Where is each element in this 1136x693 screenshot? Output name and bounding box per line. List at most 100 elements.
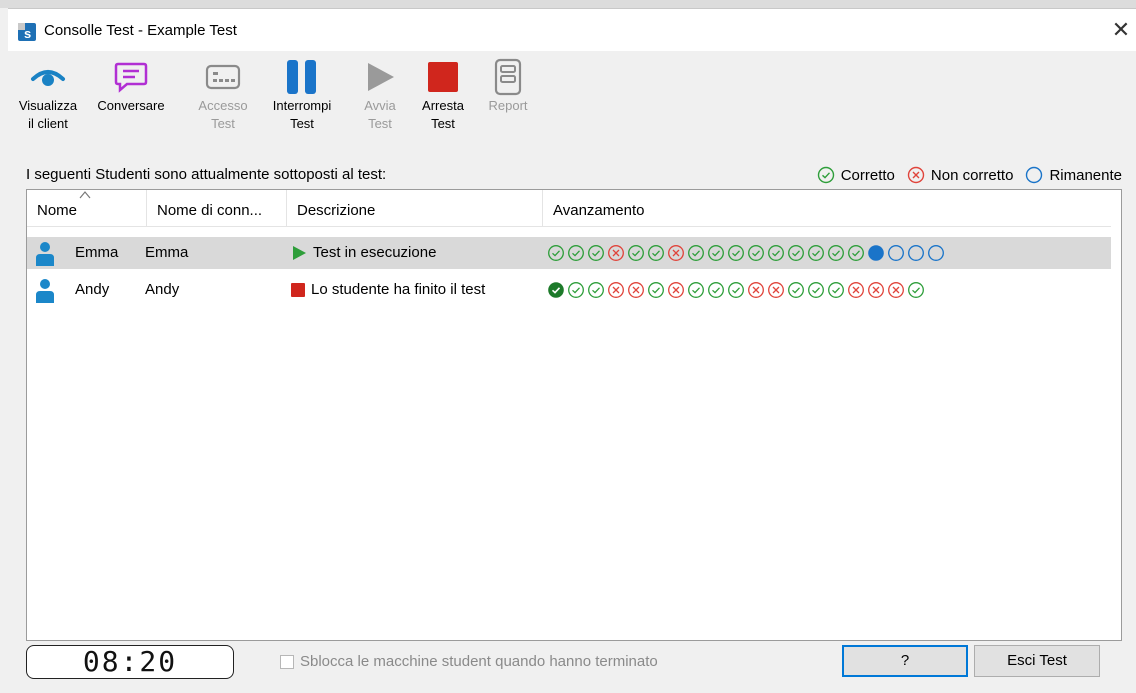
legend-incorrect: Non corretto (907, 166, 1014, 184)
x-circle-icon (608, 282, 624, 298)
test-access-label: Accesso Test (198, 98, 248, 131)
close-button[interactable]: ✕ (1106, 15, 1136, 45)
x-circle-icon (768, 282, 784, 298)
legend: Corretto Non corretto Rimanente (817, 166, 1122, 184)
login-card-icon (205, 64, 241, 90)
timer-display: 08:20 (26, 645, 234, 679)
progress-marks (547, 244, 945, 262)
unlock-machines-option[interactable]: Sblocca le macchine student quando hanno… (280, 653, 658, 670)
check-circle-icon (548, 245, 564, 261)
app-icon: s (18, 23, 36, 41)
unlock-label: Sblocca le macchine student quando hanno… (300, 653, 658, 670)
x-circle-icon (628, 282, 644, 298)
current-question-icon (868, 245, 884, 261)
empty-circle-icon (928, 245, 944, 261)
report-icon (494, 58, 522, 96)
check-circle-icon (768, 245, 784, 261)
check-circle-icon (588, 245, 604, 261)
check-circle-icon (728, 245, 744, 261)
check-circle-icon (728, 282, 744, 298)
x-circle-icon (748, 282, 764, 298)
x-circle-icon (668, 282, 684, 298)
check-circle-icon (828, 245, 844, 261)
table-row[interactable]: Emma Emma Test in esecuzione (27, 237, 1111, 269)
test-access-button[interactable]: Accesso Test (190, 57, 256, 133)
chat-label: Conversare (97, 98, 165, 113)
check-circle-icon (628, 245, 644, 261)
empty-circle-icon (908, 245, 924, 261)
x-circle-icon (668, 245, 684, 261)
check-circle-filled-icon (548, 282, 564, 298)
chat-icon (114, 62, 148, 93)
legend-incorrect-label: Non corretto (930, 166, 1014, 184)
play-icon (368, 63, 394, 91)
column-header-name[interactable]: Nome (27, 190, 147, 226)
x-circle-icon (848, 282, 864, 298)
window-title: Consolle Test - Example Test (44, 22, 237, 39)
check-circle-icon (648, 245, 664, 261)
check-circle-icon (788, 245, 804, 261)
x-circle-icon (608, 245, 624, 261)
report-label: Report (488, 98, 528, 113)
stop-test-button[interactable]: Arresta Test (412, 57, 474, 133)
view-client-button[interactable]: Visualizza il client (12, 57, 84, 133)
chat-button[interactable]: Conversare (88, 57, 174, 115)
legend-remaining: Rimanente (1025, 166, 1122, 184)
pause-test-button[interactable]: Interrompi Test (262, 57, 342, 133)
empty-circle-icon (1026, 166, 1043, 184)
students-table: Nome Nome di conn... Descrizione Avanzam… (26, 189, 1122, 641)
stop-icon (428, 62, 458, 92)
x-circle-icon (888, 282, 904, 298)
column-header-description[interactable]: Descrizione (287, 190, 543, 226)
stop-icon (291, 283, 305, 297)
column-header-progress[interactable]: Avanzamento (543, 190, 1111, 226)
check-circle-icon (848, 245, 864, 261)
check-circle-icon (748, 245, 764, 261)
background-window-strip (0, 0, 1136, 8)
title-bar: s Consolle Test - Example Test ✕ (8, 9, 1136, 51)
report-button[interactable]: Report (478, 57, 538, 115)
exit-test-button[interactable]: Esci Test (974, 645, 1100, 677)
check-circle-icon (788, 282, 804, 298)
help-button[interactable]: ? (842, 645, 968, 677)
sort-up-icon (79, 191, 91, 199)
pause-icon (287, 60, 316, 94)
students-intro-text: I seguenti Studenti sono attualmente sot… (26, 166, 387, 183)
legend-correct: Corretto (817, 166, 895, 184)
check-circle-icon (568, 282, 584, 298)
x-circle-icon (907, 166, 925, 184)
check-circle-icon (648, 282, 664, 298)
student-status: Test in esecuzione (291, 237, 436, 269)
test-console-window: s Consolle Test - Example Test ✕ Visuali… (8, 8, 1136, 693)
unlock-checkbox[interactable] (280, 654, 294, 669)
empty-circle-icon (888, 245, 904, 261)
student-login: Andy (145, 281, 180, 298)
student-name: Emma (75, 244, 119, 261)
check-circle-icon (708, 245, 724, 261)
start-test-button[interactable]: Avvia Test (352, 57, 408, 133)
check-circle-icon (808, 245, 824, 261)
stop-test-label: Arresta Test (422, 98, 464, 131)
check-circle-icon (908, 282, 924, 298)
student-name: Andy (75, 281, 110, 298)
check-circle-icon (708, 282, 724, 298)
start-test-label: Avvia Test (364, 98, 396, 131)
view-client-label: Visualizza il client (18, 98, 78, 131)
x-circle-icon (868, 282, 884, 298)
check-circle-icon (828, 282, 844, 298)
table-row[interactable]: Andy Andy Lo studente ha finito il test (27, 274, 1111, 306)
check-circle-icon (568, 245, 584, 261)
check-circle-icon (588, 282, 604, 298)
eye-icon (31, 70, 65, 86)
column-header-login[interactable]: Nome di conn... (147, 190, 287, 226)
student-status: Lo studente ha finito il test (291, 274, 485, 306)
legend-correct-label: Corretto (840, 166, 895, 184)
student-icon (36, 279, 54, 303)
check-circle-icon (688, 245, 704, 261)
pause-test-label: Interrompi Test (272, 98, 332, 131)
student-login: Emma (145, 244, 189, 261)
progress-marks (547, 281, 925, 299)
legend-remaining-label: Rimanente (1049, 166, 1122, 184)
play-icon (293, 246, 306, 260)
check-circle-icon (808, 282, 824, 298)
